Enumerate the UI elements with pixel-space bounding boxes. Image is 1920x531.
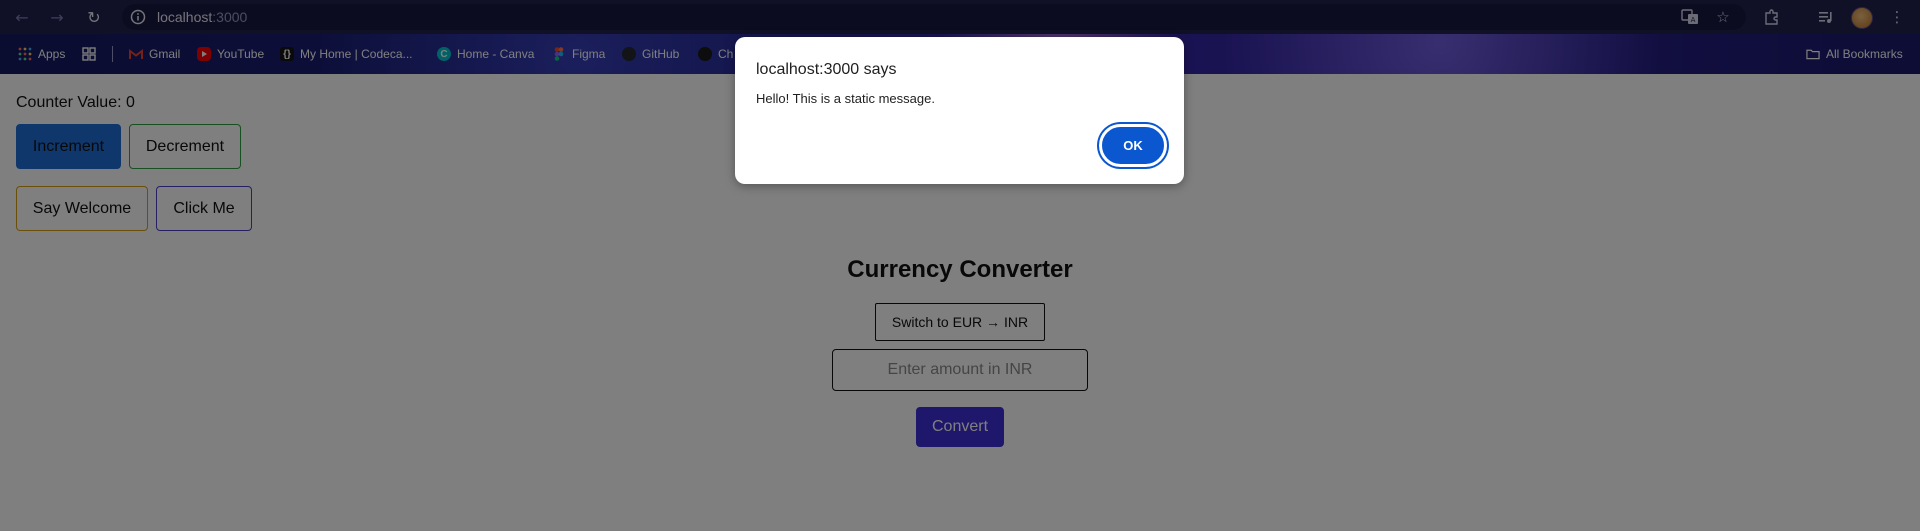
ok-button[interactable]: OK [1099, 124, 1167, 167]
dialog-title: localhost:3000 says [756, 61, 897, 78]
dialog-message: Hello! This is a static message. [756, 91, 935, 106]
alert-dialog: localhost:3000 says Hello! This is a sta… [735, 37, 1184, 184]
